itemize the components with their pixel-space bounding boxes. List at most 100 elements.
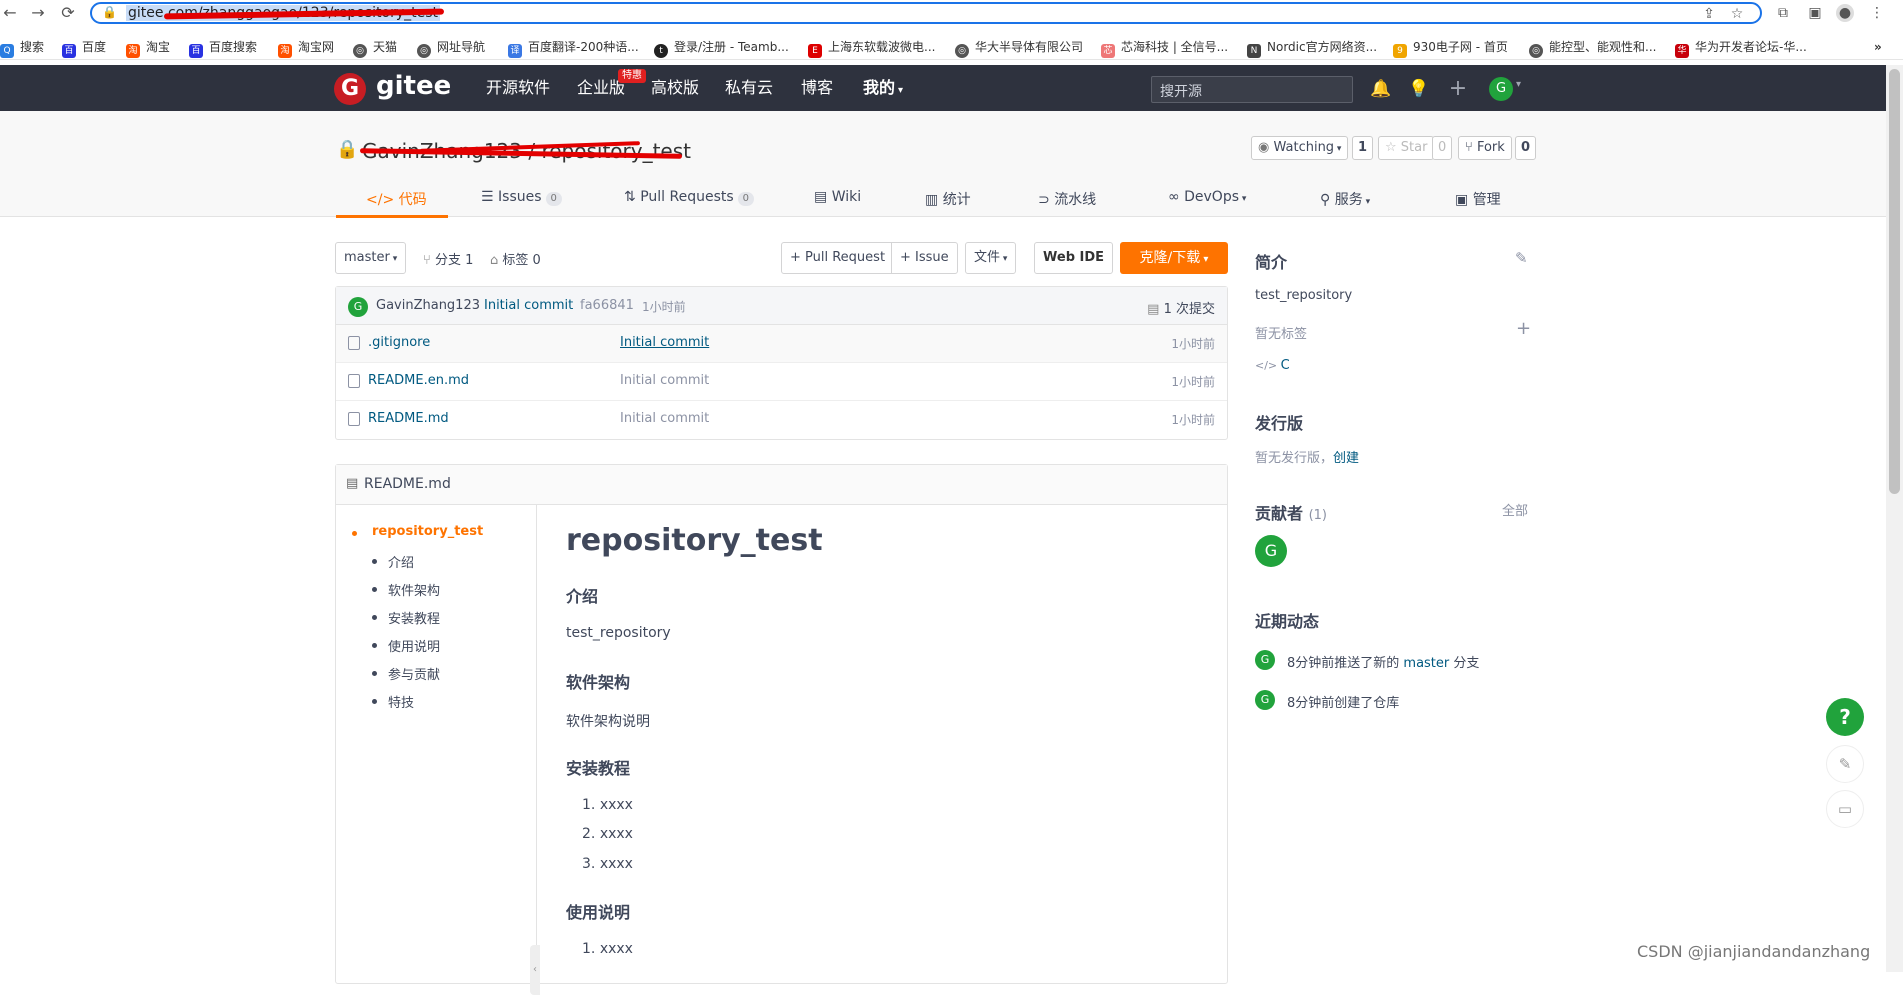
bookmark-item[interactable]: 淘淘宝 xyxy=(126,38,170,58)
commit-author[interactable]: GavinZhang123 xyxy=(376,298,480,313)
fork-button[interactable]: ⑂ Fork xyxy=(1458,136,1512,160)
list-item: 1. xxxx xyxy=(582,941,633,957)
extensions-icon[interactable]: ⧉ xyxy=(1774,4,1792,22)
feedback-icon[interactable]: ✎ xyxy=(1826,745,1864,783)
menu-icon[interactable]: ⋮ xyxy=(1868,4,1886,22)
table-row[interactable]: README.en.md Initial commit 1小时前 xyxy=(336,363,1227,401)
file-commit[interactable]: Initial commit xyxy=(620,411,709,426)
watch-button[interactable]: ◉ Watching ▾ xyxy=(1251,136,1349,160)
edit-icon[interactable]: ✎ xyxy=(1515,249,1528,267)
search-input[interactable]: 搜开源 xyxy=(1151,76,1353,103)
star-bookmark-icon[interactable]: ☆ xyxy=(1728,5,1746,23)
toc-item[interactable]: 软件架构 xyxy=(388,580,440,599)
bookmark-item[interactable]: N Nordic官方网络资... xyxy=(1247,38,1377,58)
readme-filename[interactable]: README.md xyxy=(364,476,451,492)
toc-item[interactable]: 特技 xyxy=(388,692,414,711)
sidepanel-icon[interactable]: ▣ xyxy=(1806,4,1824,22)
contributor-avatar[interactable]: G xyxy=(1255,535,1287,567)
toc-collapse-handle[interactable]: ‹ xyxy=(530,945,540,995)
bell-icon[interactable]: 🔔 xyxy=(1370,78,1392,100)
bookmark-item[interactable]: ◎ 能控型、能观性和... xyxy=(1529,38,1656,58)
file-commit[interactable]: Initial commit xyxy=(620,335,709,350)
nav-open-source[interactable]: 开源软件 xyxy=(486,77,550,99)
commit-hash[interactable]: fa66841 xyxy=(580,298,634,313)
create-release-link[interactable]: 创建 xyxy=(1333,451,1359,466)
file-name[interactable]: README.en.md xyxy=(368,373,469,388)
profile-icon[interactable]: ● xyxy=(1836,4,1854,22)
tab-devops[interactable]: ∞ DevOps ▾ xyxy=(1168,189,1246,217)
chevron-down-icon: ▾ xyxy=(1334,144,1342,154)
bookmark-item[interactable]: Q 搜索 xyxy=(0,38,44,58)
back-icon[interactable]: ← xyxy=(0,3,20,23)
tab-pipeline[interactable]: ⊃ 流水线 xyxy=(1038,189,1096,217)
share-icon[interactable]: ⇪ xyxy=(1700,5,1718,23)
nav-private-cloud[interactable]: 私有云 xyxy=(725,77,773,99)
nav-blog[interactable]: 博客 xyxy=(801,77,833,99)
scrollbar-thumb[interactable] xyxy=(1889,69,1900,494)
all-contributors-link[interactable]: 全部 xyxy=(1502,500,1528,519)
gitee-logo-text[interactable]: gitee xyxy=(376,69,451,103)
web-ide-button[interactable]: Web IDE xyxy=(1034,242,1114,274)
file-name[interactable]: README.md xyxy=(368,411,449,426)
commit-message[interactable]: Initial commit xyxy=(484,298,573,313)
bookmark-item[interactable]: ◎ 网址导航 xyxy=(417,38,485,58)
forward-icon[interactable]: → xyxy=(28,3,48,23)
bookmark-item[interactable]: ◎ 华大半导体有限公司 xyxy=(955,38,1083,58)
bookmark-item[interactable]: 百百度搜索 xyxy=(189,38,257,58)
toc-item[interactable]: 参与贡献 xyxy=(388,664,440,683)
add-tag-icon[interactable]: + xyxy=(1516,318,1531,339)
bookmarks-more[interactable]: » xyxy=(1874,38,1882,56)
wiki-icon: ▤ xyxy=(814,189,832,205)
language-label[interactable]: </> C xyxy=(1255,358,1290,373)
user-avatar[interactable]: G xyxy=(1489,77,1513,101)
chevron-down-icon[interactable]: ▾ xyxy=(1516,79,1521,90)
tab-manage[interactable]: ▣ 管理 xyxy=(1455,189,1501,217)
new-issue-button[interactable]: + Issue xyxy=(891,242,958,274)
toc-item[interactable]: 介绍 xyxy=(388,552,414,571)
file-name[interactable]: .gitignore xyxy=(368,335,430,350)
tab-issues[interactable]: ☰ Issues 0 xyxy=(481,189,562,217)
star-count[interactable]: 0 xyxy=(1432,136,1453,160)
table-row[interactable]: README.md Initial commit 1小时前 xyxy=(336,401,1227,439)
bookmark-item[interactable]: 译百度翻译-200种语... xyxy=(508,38,639,58)
gitee-logo-icon[interactable]: G xyxy=(334,73,366,105)
lightbulb-icon[interactable]: 💡 xyxy=(1408,78,1430,100)
address-bar[interactable]: 🔒 gitee.com/zhanggaogao/123/repository_t… xyxy=(90,2,1762,24)
tab-stats[interactable]: ▥ 统计 xyxy=(925,189,971,217)
bookmark-item[interactable]: 华华为开发者论坛-华... xyxy=(1675,38,1807,58)
table-row[interactable]: .gitignore Initial commit 1小时前 xyxy=(336,325,1227,363)
nav-mine[interactable]: 我的 ▾ xyxy=(863,77,903,102)
reload-icon[interactable]: ⟳ xyxy=(58,3,78,23)
toc-item[interactable]: 安装教程 xyxy=(388,608,440,627)
bookmark-item[interactable]: 淘淘宝网 xyxy=(278,38,334,58)
page-scrollbar[interactable] xyxy=(1886,65,1903,972)
bookmark-item[interactable]: 芯芯海科技 | 全信号... xyxy=(1101,38,1228,58)
bookmark-item[interactable]: 9 930电子网 - 首页 xyxy=(1393,38,1508,58)
commit-count-link[interactable]: ▤ 1 次提交 xyxy=(1147,298,1215,317)
bookmark-item[interactable]: E 上海东软载波微电... xyxy=(808,38,935,58)
star-button[interactable]: ☆ Star xyxy=(1378,136,1435,160)
fork-count[interactable]: 0 xyxy=(1515,136,1537,160)
tab-pull-requests[interactable]: ⇅ Pull Requests 0 xyxy=(624,189,755,217)
branch-select[interactable]: master ▾ xyxy=(335,242,407,274)
tab-code[interactable]: </> 代码 xyxy=(366,189,427,217)
bookmark-item[interactable]: ◎ 天猫 xyxy=(353,38,397,58)
clone-download-button[interactable]: 克隆/下载 ▾ xyxy=(1120,242,1228,274)
plus-icon[interactable]: + xyxy=(1447,78,1469,100)
bookmark-item[interactable]: t 登录/注册 - Teamb... xyxy=(654,38,789,58)
file-commit[interactable]: Initial commit xyxy=(620,373,709,388)
author-avatar[interactable]: G xyxy=(348,297,368,317)
tab-wiki[interactable]: ▤ Wiki xyxy=(814,189,861,217)
help-button[interactable]: ? xyxy=(1826,698,1864,736)
toc-item[interactable]: 使用说明 xyxy=(388,636,440,655)
tab-service[interactable]: ⚲ 服务 ▾ xyxy=(1320,189,1370,217)
branches-link[interactable]: ⑂ 分支 1 xyxy=(423,249,473,268)
toc-item-root[interactable]: repository_test xyxy=(372,524,483,539)
tags-link[interactable]: ⌂ 标签 0 xyxy=(490,249,541,268)
new-pull-request-button[interactable]: + Pull Request xyxy=(781,242,895,274)
chat-icon[interactable]: ▭ xyxy=(1826,790,1864,828)
bookmark-item[interactable]: 百百度 xyxy=(62,38,106,58)
file-menu-button[interactable]: 文件 ▾ xyxy=(965,242,1017,274)
watch-count[interactable]: 1 xyxy=(1352,136,1374,160)
nav-education[interactable]: 高校版 xyxy=(651,77,699,99)
